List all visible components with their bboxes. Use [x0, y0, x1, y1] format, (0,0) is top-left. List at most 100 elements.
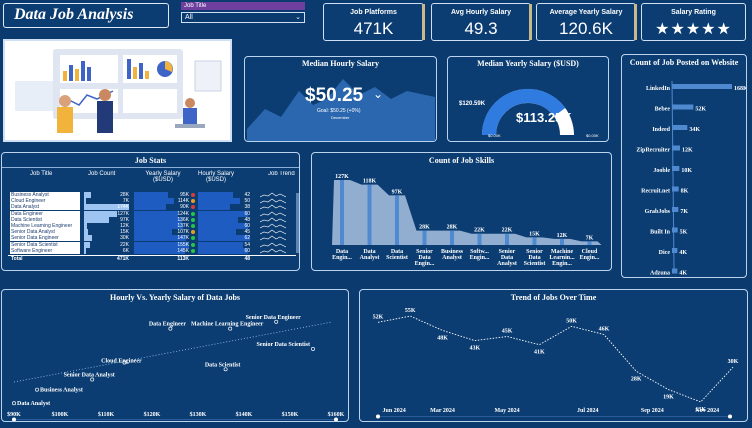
posted-value-label: 7K [680, 209, 688, 215]
posted-value-label: 52K [695, 107, 706, 113]
x-tick-label: $150K [282, 411, 299, 418]
cell-hourly: 45 [244, 229, 250, 236]
x-tick-label: May 2024 [495, 408, 520, 414]
cell-hourly: 54 [244, 241, 250, 248]
table-row[interactable]: Senior Data Scientist 22K 155K 54 [8, 241, 296, 248]
header-hourly[interactable]: Hourly Salary ($USD) [192, 171, 240, 183]
posted-category-label: LinkedIn [646, 86, 671, 92]
posted-bar [672, 227, 678, 233]
cell-yearly: 147K [177, 235, 189, 242]
status-dot-icon [191, 224, 195, 228]
cell-hourly: 62 [244, 235, 250, 242]
posted-value-label: 12K [682, 148, 693, 154]
job-skills-title: Count of Job Skills [428, 156, 495, 165]
median-yearly-value: $113.25K [516, 110, 572, 125]
table-row[interactable]: Machine Learning Engineer 12K 137K 60 [8, 223, 296, 229]
posted-bar [672, 248, 678, 253]
scatter-point-label: Business Analyst [40, 388, 83, 394]
kpi-accent [634, 4, 637, 40]
gauge-high-label: $0.00K [586, 133, 599, 138]
trend-card: Trend of Jobs Over Time 52K 55K 48K 43K 45K 4… [359, 289, 748, 422]
table-row[interactable]: Business Analyst 28K 95K 42 [8, 192, 296, 198]
median-hourly-title: Median Hourly Salary [302, 59, 379, 68]
trend-value-label: 48K [437, 335, 448, 341]
filter-select[interactable]: All ⌄ [181, 12, 305, 23]
cell-job-title: Senior Data Engineer [10, 235, 80, 242]
posted-value-label: 4K [679, 250, 687, 256]
trend-value-label: 28K [631, 376, 642, 382]
header-job-title[interactable]: Job Title [30, 171, 52, 177]
skills-value-label: 22K [474, 228, 485, 234]
cell-hourly: 38 [244, 204, 250, 211]
status-dot-icon [191, 236, 195, 241]
scrollbar[interactable] [296, 193, 299, 253]
skills-bar [505, 233, 509, 245]
cell-job-title: Business Analyst [10, 192, 80, 198]
header-yearly[interactable]: Yearly Salary ($USD) [145, 171, 181, 183]
x-tick-label: $140K [236, 411, 253, 418]
x-tick-label: $130K [190, 411, 207, 418]
trend-value-label: 52K [373, 314, 384, 320]
header-job-count[interactable]: Job Count [88, 171, 115, 177]
table-row[interactable]: Software Engineer 6K 145K 60 [8, 247, 296, 254]
posted-bar [672, 125, 688, 130]
table-row[interactable]: Data Analyst 174K 90K 38 [8, 204, 296, 211]
x-tick-label: $110K [98, 411, 115, 418]
cell-hourly: 50 [244, 198, 250, 205]
cell-hourly: 60 [244, 247, 250, 254]
table-row[interactable]: Cloud Engineer 7K 114K 50 [8, 198, 296, 205]
yearly-gauge [482, 88, 574, 136]
skills-category-label: Scientist [524, 261, 546, 267]
trend-sparkline [260, 248, 286, 254]
gauge-min-label: $120.59K [459, 101, 486, 107]
posted-bar [672, 104, 694, 110]
trend-sparkline [260, 192, 286, 198]
x-tick-label: $100K [52, 411, 69, 418]
status-dot-icon [191, 230, 195, 235]
skills-category-label: Engin... [552, 261, 572, 267]
scroll-track [376, 416, 732, 417]
scatter-point-label: Data Analyst [17, 401, 50, 407]
kpi-label: Avg Hourly Salary [450, 9, 512, 16]
posted-category-label: GrabJobs [645, 209, 671, 215]
cell-yearly: 90K [180, 204, 189, 211]
trend-sparkline [260, 211, 286, 216]
table-row[interactable]: Senior Data Analyst 15K 107K 45 [8, 229, 296, 236]
table-row[interactable]: Data Scientist 97K 136K 48 [8, 216, 296, 223]
trend-value-label: 50K [566, 318, 577, 324]
cell-job-title: Senior Data Scientist [10, 241, 80, 248]
job-title-filter[interactable]: Job Title All ⌄ [181, 2, 305, 26]
status-dot-icon [191, 242, 195, 247]
median-hourly-month: December [331, 115, 350, 120]
cell-hourly: 60 [244, 223, 250, 229]
chevron-down-icon: ⌄ [373, 87, 384, 101]
median-hourly-goal: Goal: $50.25 (+0%) [317, 108, 361, 114]
posted-value-label: 5K [680, 230, 688, 236]
table-row[interactable]: Senior Data Engineer 30K 147K 62 [8, 235, 296, 242]
header-trend[interactable]: Job Trend [268, 171, 298, 177]
posted-value-label: 34K [689, 127, 700, 133]
page-title: Data Job Analysis [14, 6, 134, 23]
posted-value-label: 10K [681, 168, 692, 174]
skills-value-label: 28K [419, 225, 430, 231]
scroll-handle-right [728, 414, 732, 419]
scatter-point [12, 401, 16, 406]
cell-job-title: Data Analyst [10, 204, 80, 211]
status-dot-icon [191, 193, 195, 197]
kpi-accent [422, 4, 425, 40]
skills-bar [587, 241, 592, 245]
kpi-salary-rating: Salary Rating ★★★★★ [641, 3, 746, 41]
skills-bar [477, 233, 482, 245]
cell-job-title: Data Scientist [10, 216, 80, 223]
trend-value-label: 30K [728, 359, 739, 365]
skills-bar [560, 238, 564, 245]
table-row[interactable]: Data Engineer 127K 124K 60 [8, 210, 296, 217]
skills-value-label: 22K [502, 228, 513, 234]
cell-count: 6K [122, 247, 129, 254]
scroll-handle-right [334, 417, 338, 421]
posted-bar [672, 268, 678, 274]
skills-category-label: Analyst [360, 255, 380, 261]
job-skills-card: Count of Job Skills 127K Data Engin... 118K… [311, 152, 612, 271]
analytics-illustration [15, 49, 222, 133]
cell-yearly: 124K [177, 210, 189, 217]
